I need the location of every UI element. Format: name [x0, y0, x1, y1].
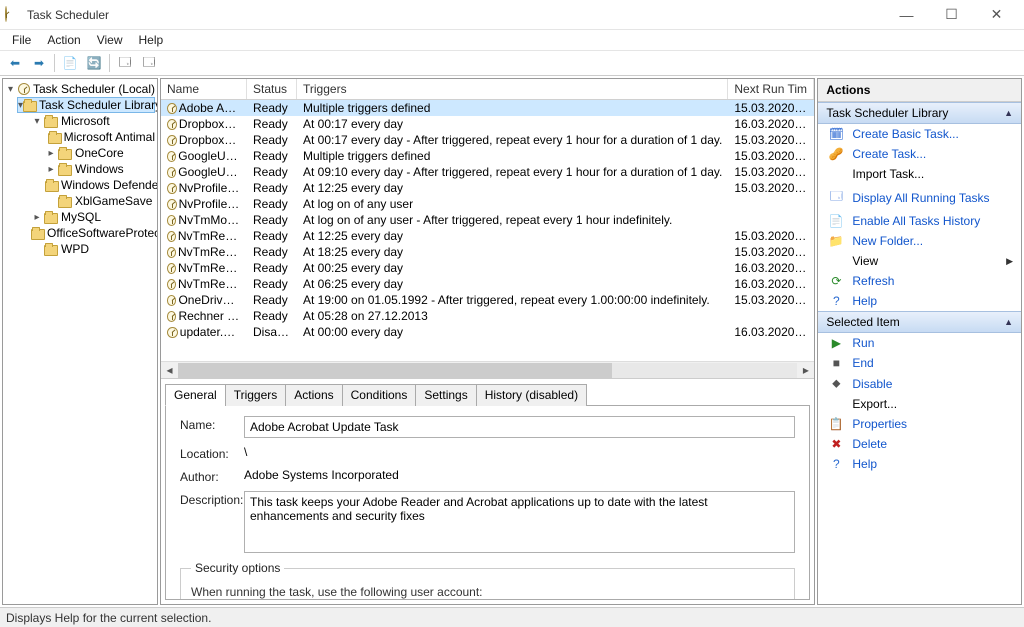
action-view[interactable]: View▶ — [818, 251, 1021, 271]
app-icon — [5, 7, 21, 23]
tree-node-mysql[interactable]: ▸MySQL — [31, 209, 155, 225]
tree-node-office[interactable]: OfficeSoftwareProtect — [31, 225, 155, 241]
task-row[interactable]: GoogleUpda...ReadyMultiple triggers defi… — [161, 148, 814, 164]
actions-group-library[interactable]: Task Scheduler Library▲ — [818, 102, 1021, 124]
window-title: Task Scheduler — [27, 8, 884, 22]
details-pane: General Triggers Actions Conditions Sett… — [161, 379, 814, 604]
main-area: ▾Task Scheduler (Local) ▾Task Scheduler … — [0, 76, 1024, 607]
security-options: Security options When running the task, … — [180, 561, 795, 600]
action-delete[interactable]: ✖Delete — [818, 434, 1021, 454]
label-description: Description: — [180, 491, 244, 507]
tree-pane: ▾Task Scheduler (Local) ▾Task Scheduler … — [2, 78, 158, 605]
back-button[interactable]: ⬅ — [4, 52, 26, 74]
col-name[interactable]: Name — [161, 79, 247, 99]
toolbar-icon-2[interactable]: 🔄 — [83, 52, 105, 74]
tree-node-wpd[interactable]: WPD — [31, 241, 155, 257]
action-refresh[interactable]: ⟳Refresh — [818, 271, 1021, 291]
task-row[interactable]: NvTmRepCR...ReadyAt 18:25 every day15.03… — [161, 244, 814, 260]
task-row[interactable]: NvTmRepCR...ReadyAt 00:25 every day16.03… — [161, 260, 814, 276]
field-description[interactable]: This task keeps your Adobe Reader and Ac… — [244, 491, 795, 553]
task-row[interactable]: NvProfileUp...ReadyAt log on of any user — [161, 196, 814, 212]
action-export[interactable]: Export... — [818, 394, 1021, 414]
horizontal-scrollbar[interactable]: ◂▸ — [161, 361, 814, 378]
task-row[interactable]: NvTmRepCR...ReadyAt 06:25 every day16.03… — [161, 276, 814, 292]
tree-node-microsoft[interactable]: ▾Microsoft — [31, 113, 155, 129]
menu-view[interactable]: View — [89, 31, 131, 49]
tree-node-windows[interactable]: ▸Windows — [45, 161, 155, 177]
task-list: Name Status Triggers Next Run Tim Adobe … — [161, 79, 814, 379]
tab-settings[interactable]: Settings — [415, 384, 476, 406]
tab-general[interactable]: General — [165, 384, 226, 406]
tree-node-xbl[interactable]: XblGameSave — [45, 193, 155, 209]
action-help-2[interactable]: ?Help — [818, 454, 1021, 474]
actions-group-selected[interactable]: Selected Item▲ — [818, 311, 1021, 333]
tab-history[interactable]: History (disabled) — [476, 384, 587, 406]
status-text: Displays Help for the current selection. — [6, 611, 211, 625]
security-text: When running the task, use the following… — [191, 581, 784, 600]
label-location: Location: — [180, 445, 244, 461]
task-row[interactable]: DropboxUp...ReadyAt 00:17 every day - Af… — [161, 132, 814, 148]
action-enable-history[interactable]: 📄Enable All Tasks History — [818, 211, 1021, 231]
minimize-button[interactable]: — — [884, 0, 929, 30]
label-author: Author: — [180, 468, 244, 484]
action-import-task[interactable]: Import Task... — [818, 164, 1021, 184]
tree-node-defender[interactable]: Windows Defende — [45, 177, 155, 193]
tree-node-onecore[interactable]: ▸OneCore — [45, 145, 155, 161]
menu-action[interactable]: Action — [39, 31, 88, 49]
menu-file[interactable]: File — [4, 31, 39, 49]
menu-bar: File Action View Help — [0, 30, 1024, 50]
action-properties[interactable]: 📋Properties — [818, 414, 1021, 434]
col-next[interactable]: Next Run Tim — [728, 79, 814, 99]
list-header[interactable]: Name Status Triggers Next Run Tim — [161, 79, 814, 100]
tabs: General Triggers Actions Conditions Sett… — [165, 383, 810, 406]
menu-help[interactable]: Help — [131, 31, 172, 49]
action-disable[interactable]: ⬥Disable — [818, 373, 1021, 394]
task-row[interactable]: Adobe Acro...ReadyMultiple triggers defi… — [161, 100, 814, 116]
col-status[interactable]: Status — [247, 79, 297, 99]
title-bar: Task Scheduler — ☐ ✕ — [0, 0, 1024, 30]
action-help-1[interactable]: ?Help — [818, 291, 1021, 311]
tab-triggers[interactable]: Triggers — [225, 384, 287, 406]
field-location: \ — [244, 445, 795, 459]
tab-actions[interactable]: Actions — [285, 384, 342, 406]
task-row[interactable]: NvProfileUp...ReadyAt 12:25 every day15.… — [161, 180, 814, 196]
toolbar-icon-1[interactable]: 📄 — [59, 52, 81, 74]
toolbar: ⬅ ➡ 📄 🔄 🗔 🗔 — [0, 50, 1024, 76]
col-triggers[interactable]: Triggers — [297, 79, 728, 99]
tab-conditions[interactable]: Conditions — [342, 384, 417, 406]
close-button[interactable]: ✕ — [974, 0, 1019, 30]
tree-root[interactable]: ▾Task Scheduler (Local) — [5, 81, 155, 97]
field-author: Adobe Systems Incorporated — [244, 468, 795, 482]
status-bar: Displays Help for the current selection. — [0, 607, 1024, 627]
toolbar-icon-3[interactable]: 🗔 — [114, 52, 136, 74]
forward-button[interactable]: ➡ — [28, 52, 50, 74]
task-row[interactable]: NvTmRep_{B...ReadyAt 12:25 every day15.0… — [161, 228, 814, 244]
task-row[interactable]: DropboxUp...ReadyAt 00:17 every day16.03… — [161, 116, 814, 132]
task-row[interactable]: GoogleUpda...ReadyAt 09:10 every day - A… — [161, 164, 814, 180]
field-name[interactable]: Adobe Acrobat Update Task — [244, 416, 795, 438]
action-run[interactable]: ▶Run — [818, 333, 1021, 353]
security-legend: Security options — [191, 561, 284, 575]
tree-library[interactable]: ▾Task Scheduler Library — [17, 97, 155, 113]
task-row[interactable]: OneDrive St...ReadyAt 19:00 on 01.05.199… — [161, 292, 814, 308]
action-end[interactable]: ■End — [818, 353, 1021, 373]
toolbar-icon-4[interactable]: 🗔 — [138, 52, 160, 74]
task-row[interactable]: updater.exeDisabledAt 00:00 every day16.… — [161, 324, 814, 340]
action-create-task[interactable]: 🥜Create Task... — [818, 144, 1021, 164]
task-row[interactable]: NvTmMon_{...ReadyAt log on of any user -… — [161, 212, 814, 228]
actions-pane: Actions Task Scheduler Library▲ 🗓Create … — [817, 78, 1022, 605]
task-row[interactable]: Rechner her...ReadyAt 05:28 on 27.12.201… — [161, 308, 814, 324]
center-pane: Name Status Triggers Next Run Tim Adobe … — [160, 78, 815, 605]
tree-node-antimalware[interactable]: Microsoft Antimal — [45, 129, 155, 145]
action-display-running[interactable]: 🗔Display All Running Tasks — [818, 184, 1021, 211]
actions-header: Actions — [818, 79, 1021, 102]
maximize-button[interactable]: ☐ — [929, 0, 974, 30]
label-name: Name: — [180, 416, 244, 432]
action-create-basic-task[interactable]: 🗓Create Basic Task... — [818, 124, 1021, 144]
action-new-folder[interactable]: 📁New Folder... — [818, 231, 1021, 251]
